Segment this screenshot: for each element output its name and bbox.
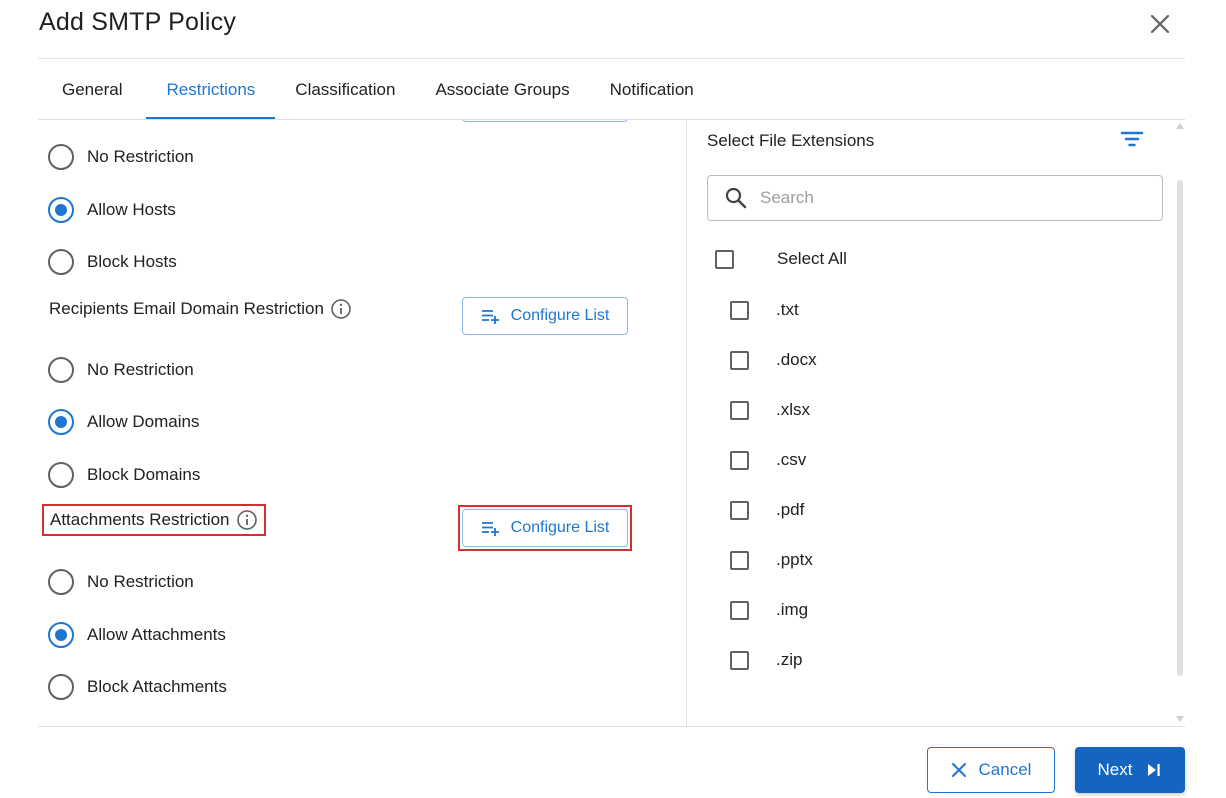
extension-checkbox[interactable] [730,400,749,420]
section-title-text: Recipients Email Domain Restriction [49,299,324,318]
file-extensions-title: Select File Extensions [707,131,875,150]
list-item-extension[interactable]: .xlsx [730,400,810,420]
radio-label: Block Hosts [87,252,177,271]
radio-button[interactable] [48,197,74,223]
radio-domains-no-restriction[interactable]: No Restriction [48,356,194,384]
configure-list-label: Configure List [510,307,610,324]
extension-checkbox[interactable] [730,450,749,470]
configure-list-button-hosts[interactable] [462,120,628,122]
list-item-extension[interactable]: .pptx [730,550,813,570]
extension-checkbox[interactable] [730,650,749,670]
dialog-title: Add SMTP Policy [39,8,237,36]
tab-notification[interactable]: Notification [590,60,714,119]
radio-label: No Restriction [87,572,194,591]
search-input[interactable] [760,188,1140,208]
radio-block-domains[interactable]: Block Domains [48,461,200,489]
radio-button[interactable] [48,409,74,435]
radio-label: Allow Attachments [87,625,226,644]
radio-button[interactable] [48,249,74,275]
radio-button[interactable] [48,622,74,648]
radio-button[interactable] [48,674,74,700]
list-item-extension[interactable]: .docx [730,350,817,370]
radio-label: Block Attachments [87,677,227,696]
tab-general[interactable]: General [38,60,146,119]
configure-list-label: Configure List [510,519,610,536]
extension-checkbox[interactable] [730,350,749,370]
filter-icon[interactable] [1119,126,1145,152]
radio-label: Block Domains [87,465,201,484]
list-item-extension[interactable]: .img [730,600,808,620]
close-icon [1150,14,1170,34]
select-all-row[interactable]: Select All [715,249,847,269]
extension-label: .zip [776,650,803,669]
radio-label: No Restriction [87,147,194,166]
tab-classification[interactable]: Classification [275,60,415,119]
tab-bar: General Restrictions Classification Asso… [38,60,714,120]
radio-allow-domains[interactable]: Allow Domains [48,408,199,436]
scroll-up-arrow-icon[interactable] [1176,123,1184,129]
close-button[interactable] [1146,10,1174,38]
next-button[interactable]: Next [1075,747,1185,793]
scrollbar-thumb[interactable] [1177,180,1183,676]
info-icon[interactable] [236,509,258,531]
skip-next-icon [1148,764,1161,776]
file-extensions-pane[interactable]: Select File Extensions Select All .txt .… [686,120,1186,726]
search-icon [725,187,747,209]
attachments-restriction-title: Attachments Restriction [42,504,266,536]
scroll-down-arrow-icon[interactable] [1176,716,1184,722]
extension-label: .pdf [776,500,805,519]
radio-button[interactable] [48,144,74,170]
cancel-button[interactable]: Cancel [927,747,1055,793]
list-item-extension[interactable]: .csv [730,450,806,470]
radio-button[interactable] [48,462,74,488]
extension-checkbox[interactable] [730,300,749,320]
footer-divider [38,726,1185,727]
extension-checkbox[interactable] [730,550,749,570]
section-title-text: Attachments Restriction [50,510,230,529]
cancel-label: Cancel [978,760,1032,779]
extension-checkbox[interactable] [730,500,749,520]
extension-label: .img [776,600,809,619]
configure-list-button-attachments[interactable]: Configure List [462,509,628,547]
header-divider [38,58,1185,59]
select-all-checkbox[interactable] [715,249,734,269]
select-all-label: Select All [777,249,847,268]
radio-allow-hosts[interactable]: Allow Hosts [48,196,176,224]
radio-attachments-no-restriction[interactable]: No Restriction [48,568,194,596]
radio-button[interactable] [48,569,74,595]
radio-label: Allow Hosts [87,200,176,219]
radio-block-attachments[interactable]: Block Attachments [48,673,227,701]
radio-hosts-no-restriction[interactable]: No Restriction [48,143,194,171]
tab-associate-groups[interactable]: Associate Groups [415,60,589,119]
extension-checkbox[interactable] [730,600,749,620]
radio-label: Allow Domains [87,412,200,431]
playlist-add-icon [481,310,499,324]
domain-restriction-title: Recipients Email Domain Restriction [49,298,352,320]
tab-restrictions[interactable]: Restrictions [146,60,276,119]
playlist-add-icon [481,522,499,536]
extension-label: .csv [776,450,807,469]
list-item-extension[interactable]: .txt [730,300,799,320]
restrictions-pane[interactable]: No Restriction Allow Hosts Block Hosts R… [38,120,686,726]
extension-label: .xlsx [776,400,810,419]
radio-allow-attachments[interactable]: Allow Attachments [48,621,226,649]
search-field[interactable] [707,175,1163,221]
extension-label: .txt [776,300,799,319]
info-icon[interactable] [330,298,352,320]
scrollbar[interactable] [1173,120,1187,726]
next-label: Next [1097,760,1133,779]
list-item-extension[interactable]: .pdf [730,500,804,520]
close-icon [951,763,966,777]
radio-button[interactable] [48,357,74,383]
extension-label: .docx [776,350,817,369]
extension-label: .pptx [776,550,813,569]
configure-list-button-domains[interactable]: Configure List [462,297,628,335]
radio-block-hosts[interactable]: Block Hosts [48,248,177,276]
list-item-extension[interactable]: .zip [730,650,802,670]
radio-label: No Restriction [87,360,194,379]
